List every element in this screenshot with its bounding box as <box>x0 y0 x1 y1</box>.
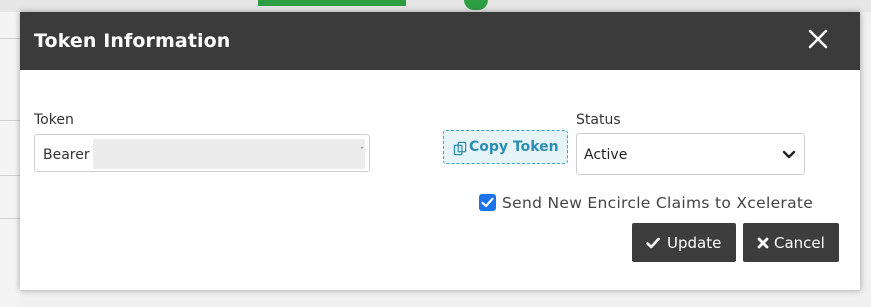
cancel-button[interactable]: Cancel <box>743 223 839 262</box>
token-label: Token <box>34 112 74 128</box>
background-divider <box>0 38 20 39</box>
copy-token-button[interactable]: Copy Token <box>443 130 568 164</box>
copy-icon <box>453 141 467 156</box>
close-icon <box>808 29 828 49</box>
times-icon <box>757 237 769 249</box>
copy-token-label: Copy Token <box>469 139 559 155</box>
check-icon <box>646 237 660 249</box>
background-left-edge <box>0 12 20 307</box>
status-selected-value: Active <box>584 147 628 163</box>
background-divider <box>0 218 20 219</box>
send-claims-label: Send New Encircle Claims to Xcelerate <box>502 194 814 212</box>
token-information-modal: Token Information Token Bearer · Copy To… <box>20 12 860 290</box>
send-claims-checkbox[interactable] <box>479 194 496 211</box>
chevron-down-icon <box>782 150 796 159</box>
background-green-bar <box>258 0 406 6</box>
background-page <box>0 0 871 12</box>
modal-header: Token Information <box>20 12 860 70</box>
token-value-redacted <box>93 139 365 169</box>
checkmark-icon <box>481 197 494 208</box>
update-label: Update <box>667 234 722 252</box>
cancel-label: Cancel <box>774 234 825 252</box>
status-select[interactable]: Active <box>576 133 805 175</box>
status-label: Status <box>576 112 621 128</box>
token-value-prefix: Bearer <box>43 147 90 163</box>
token-value-suffix: · <box>360 141 364 155</box>
background-divider <box>0 175 20 176</box>
token-field[interactable]: Bearer · <box>34 134 370 172</box>
update-button[interactable]: Update <box>632 223 736 262</box>
close-button[interactable] <box>806 27 830 51</box>
background-divider <box>0 120 20 121</box>
modal-title: Token Information <box>34 30 231 52</box>
